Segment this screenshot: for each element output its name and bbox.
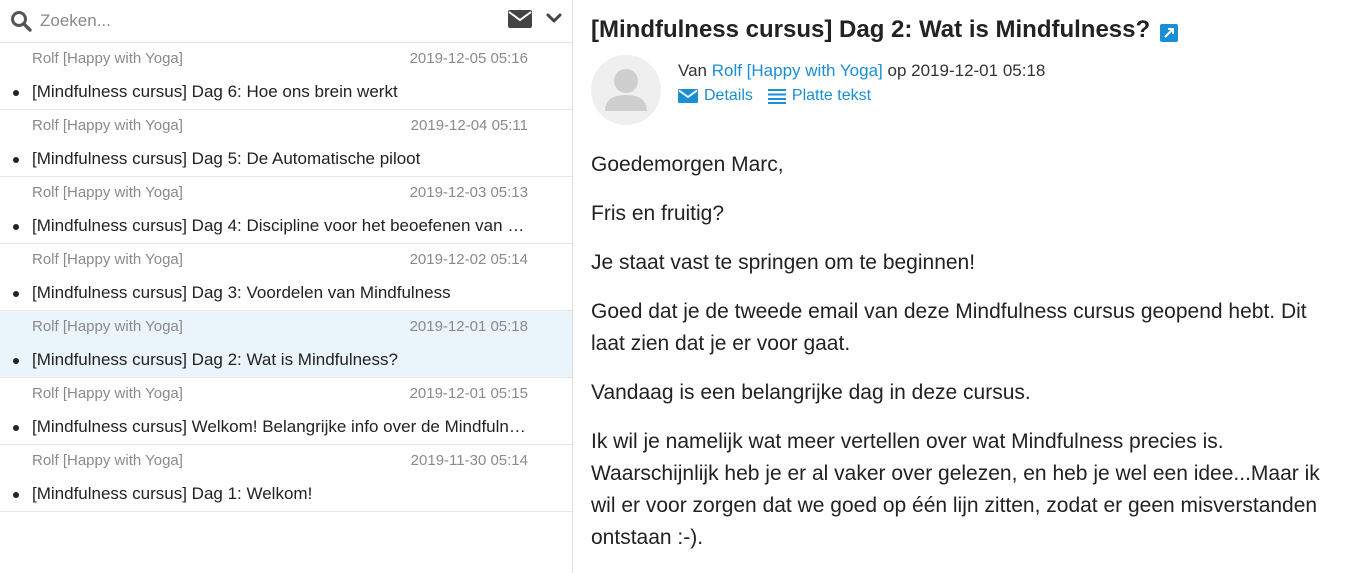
sender-link[interactable]: Rolf [Happy with Yoga] bbox=[712, 61, 883, 80]
message-row[interactable]: Rolf [Happy with Yoga] 2019-12-04 05:11 [M… bbox=[0, 110, 572, 177]
message-row[interactable]: Rolf [Happy with Yoga] 2019-11-30 05:14 [M… bbox=[0, 445, 572, 512]
lines-icon bbox=[767, 89, 786, 104]
body-paragraph: Fris en fruitig? bbox=[591, 202, 725, 225]
message-sender: Rolf [Happy with Yoga] bbox=[32, 318, 183, 335]
unread-dot-icon bbox=[13, 157, 19, 163]
message-date: 2019-12-02 05:14 bbox=[409, 251, 528, 268]
search-input[interactable] bbox=[40, 11, 480, 31]
unread-dot-icon bbox=[13, 358, 19, 364]
popout-icon[interactable] bbox=[1160, 21, 1179, 42]
plaintext-button[interactable]: Platte tekst bbox=[767, 87, 872, 105]
message-subject: [Mindfulness cursus] Dag 5: De Automatis… bbox=[32, 149, 421, 168]
from-date: op 2019-12-01 05:18 bbox=[882, 61, 1046, 80]
mail-title: [Mindfulness cursus] Dag 2: Wat is Mindf… bbox=[591, 16, 1151, 43]
message-date: 2019-11-30 05:14 bbox=[410, 452, 528, 469]
avatar bbox=[591, 55, 661, 125]
message-sender: Rolf [Happy with Yoga] bbox=[32, 184, 183, 201]
unread-dot-icon bbox=[13, 90, 19, 96]
message-subject: [Mindfulness cursus] Dag 2: Wat is Mindf… bbox=[32, 350, 398, 369]
plaintext-label: Platte tekst bbox=[791, 87, 872, 104]
message-sender: Rolf [Happy with Yoga] bbox=[32, 452, 183, 469]
from-line: Van Rolf [Happy with Yoga] op 2019-12-01… bbox=[678, 61, 1045, 81]
message-list-pane: Rolf [Happy with Yoga] 2019-12-05 05:16 [M… bbox=[0, 0, 573, 573]
mail-app: Rolf [Happy with Yoga] 2019-12-05 05:16 [M… bbox=[0, 0, 1351, 573]
message-subject: [Mindfulness cursus] Dag 6: Hoe ons brei… bbox=[32, 82, 398, 101]
mail-title-row: [Mindfulness cursus] Dag 2: Wat is Mindf… bbox=[591, 16, 1331, 44]
from-prefix: Van bbox=[678, 61, 712, 80]
search-bar-actions bbox=[508, 9, 562, 33]
message-date: 2019-12-01 05:15 bbox=[409, 385, 528, 402]
message-subject: [Mindfulness cursus] Dag 3: Voordelen va… bbox=[32, 283, 451, 302]
message-row[interactable]: Rolf [Happy with Yoga] 2019-12-01 05:18 [M… bbox=[0, 311, 572, 378]
mail-icon[interactable] bbox=[508, 9, 532, 33]
user-icon bbox=[605, 69, 647, 111]
message-row[interactable]: Rolf [Happy with Yoga] 2019-12-02 05:14 [M… bbox=[0, 244, 572, 311]
chevron-down-icon[interactable] bbox=[546, 12, 562, 30]
message-row[interactable]: Rolf [Happy with Yoga] 2019-12-03 05:13 [M… bbox=[0, 177, 572, 244]
unread-dot-icon bbox=[13, 291, 19, 297]
message-subject: [Mindfulness cursus] Dag 4: Discipline v… bbox=[32, 216, 532, 235]
body-paragraph: Goed dat je de tweede email van deze Min… bbox=[591, 300, 1307, 355]
unread-dot-icon bbox=[13, 425, 19, 431]
reading-pane: [Mindfulness cursus] Dag 2: Wat is Mindf… bbox=[573, 0, 1351, 573]
details-button[interactable]: Details bbox=[678, 87, 753, 105]
message-subject: [Mindfulness cursus] Welkom! Belangrijke… bbox=[32, 417, 532, 436]
message-date: 2019-12-01 05:18 bbox=[409, 318, 528, 335]
search-bar bbox=[0, 0, 572, 43]
unread-dot-icon bbox=[13, 492, 19, 498]
body-paragraph: Vandaag is een belangrijke dag in deze c… bbox=[591, 381, 1031, 404]
message-date: 2019-12-05 05:16 bbox=[409, 50, 528, 67]
mail-header: Van Rolf [Happy with Yoga] op 2019-12-01… bbox=[591, 55, 1331, 125]
mail-actions: Details Platte tekst bbox=[678, 87, 1045, 105]
message-subject: [Mindfulness cursus] Dag 1: Welkom! bbox=[32, 484, 313, 503]
mail-body: Goedemorgen Marc, Fris en fruitig? Je staa… bbox=[591, 149, 1331, 554]
search-icon[interactable] bbox=[10, 10, 32, 32]
message-row[interactable]: Rolf [Happy with Yoga] 2019-12-01 05:15 [M… bbox=[0, 378, 572, 445]
envelope-icon bbox=[678, 89, 698, 103]
message-row[interactable]: Rolf [Happy with Yoga] 2019-12-05 05:16 [M… bbox=[0, 43, 572, 110]
message-sender: Rolf [Happy with Yoga] bbox=[32, 251, 183, 268]
details-label: Details bbox=[704, 87, 753, 104]
message-date: 2019-12-04 05:11 bbox=[410, 117, 528, 134]
message-sender: Rolf [Happy with Yoga] bbox=[32, 385, 183, 402]
mail-meta: Van Rolf [Happy with Yoga] op 2019-12-01… bbox=[678, 55, 1045, 125]
message-sender: Rolf [Happy with Yoga] bbox=[32, 117, 183, 134]
body-paragraph: Goedemorgen Marc, bbox=[591, 153, 784, 176]
unread-dot-icon bbox=[13, 224, 19, 230]
body-paragraph: Ik wil je namelijk wat meer vertellen ov… bbox=[591, 430, 1320, 549]
message-sender: Rolf [Happy with Yoga] bbox=[32, 50, 183, 67]
message-date: 2019-12-03 05:13 bbox=[409, 184, 528, 201]
message-list: Rolf [Happy with Yoga] 2019-12-05 05:16 [M… bbox=[0, 43, 572, 512]
body-paragraph: Je staat vast te springen om te beginnen… bbox=[591, 251, 976, 274]
